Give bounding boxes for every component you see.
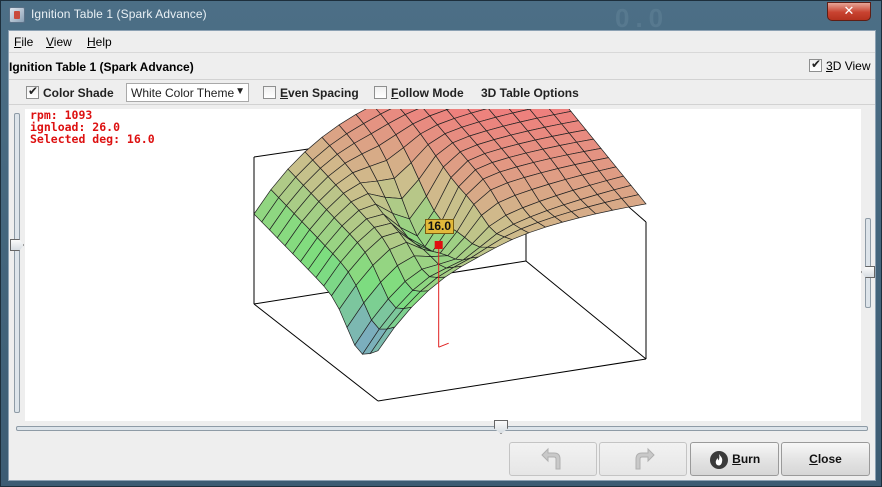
window-close-button[interactable]: ✕ — [827, 2, 871, 21]
menu-view[interactable]: View — [46, 35, 72, 49]
menu-file[interactable]: File — [14, 35, 33, 49]
client-area: File View Help Ignition Table 1 (Spark A… — [8, 30, 876, 481]
color-shade-checkbox[interactable]: Color Shade — [26, 84, 114, 100]
cursor-floor-tick — [438, 342, 449, 348]
undo-button[interactable] — [509, 442, 597, 476]
color-shade-check-icon[interactable] — [26, 84, 39, 99]
title-bar[interactable]: Ignition Table 1 (Spark Advance) 0.0 ✕ — [1, 1, 881, 33]
even-spacing-checkbox[interactable]: Even Spacing — [263, 86, 359, 100]
follow-mode-check-icon[interactable] — [374, 86, 387, 99]
flame-icon — [709, 450, 728, 469]
menu-help[interactable]: Help — [87, 35, 112, 49]
close-button[interactable]: Close — [781, 442, 870, 476]
left-vertical-slider[interactable] — [14, 113, 20, 413]
even-spacing-check-icon[interactable] — [263, 86, 276, 99]
redo-button[interactable] — [599, 442, 687, 476]
app-window: Ignition Table 1 (Spark Advance) 0.0 ✕ F… — [0, 0, 882, 487]
table-toolbar: Color Shade White Color Theme ▼ Even Spa… — [9, 79, 875, 105]
cursor-point[interactable] — [434, 240, 443, 249]
window-title: Ignition Table 1 (Spark Advance) — [31, 7, 207, 21]
view-3d-checkbox[interactable]: 3D View — [809, 57, 870, 73]
horizontal-slider[interactable] — [16, 426, 868, 431]
surface-plot[interactable]: rpm: 1093 ignload: 26.0 Selected deg: 16… — [25, 109, 861, 421]
view-3d-check-icon[interactable] — [809, 57, 822, 72]
chevron-down-icon: ▼ — [235, 86, 245, 97]
left-slider-thumb[interactable] — [10, 239, 24, 251]
close-icon: ✕ — [843, 3, 855, 18]
box-edge — [525, 260, 647, 360]
app-icon — [9, 7, 25, 23]
panel-title: Ignition Table 1 (Spark Advance) — [9, 60, 194, 74]
cursor-value-label: 16.0 — [424, 218, 455, 234]
right-vertical-slider[interactable] — [865, 218, 871, 308]
undo-icon — [541, 447, 561, 470]
box-edge — [377, 358, 647, 402]
theme-select-value: White Color Theme — [131, 86, 235, 100]
table-options-menu[interactable]: 3D Table Options — [481, 86, 579, 100]
horizontal-slider-thumb[interactable] — [494, 420, 508, 434]
redo-icon — [635, 447, 655, 470]
menu-bar: File View Help — [9, 31, 875, 53]
follow-mode-checkbox[interactable]: Follow Mode — [374, 86, 464, 100]
surface-3d-canvas[interactable] — [25, 109, 861, 421]
right-slider-thumb[interactable] — [861, 266, 875, 278]
burn-button[interactable]: Burn — [690, 442, 779, 476]
theme-select[interactable]: White Color Theme ▼ — [126, 83, 249, 102]
